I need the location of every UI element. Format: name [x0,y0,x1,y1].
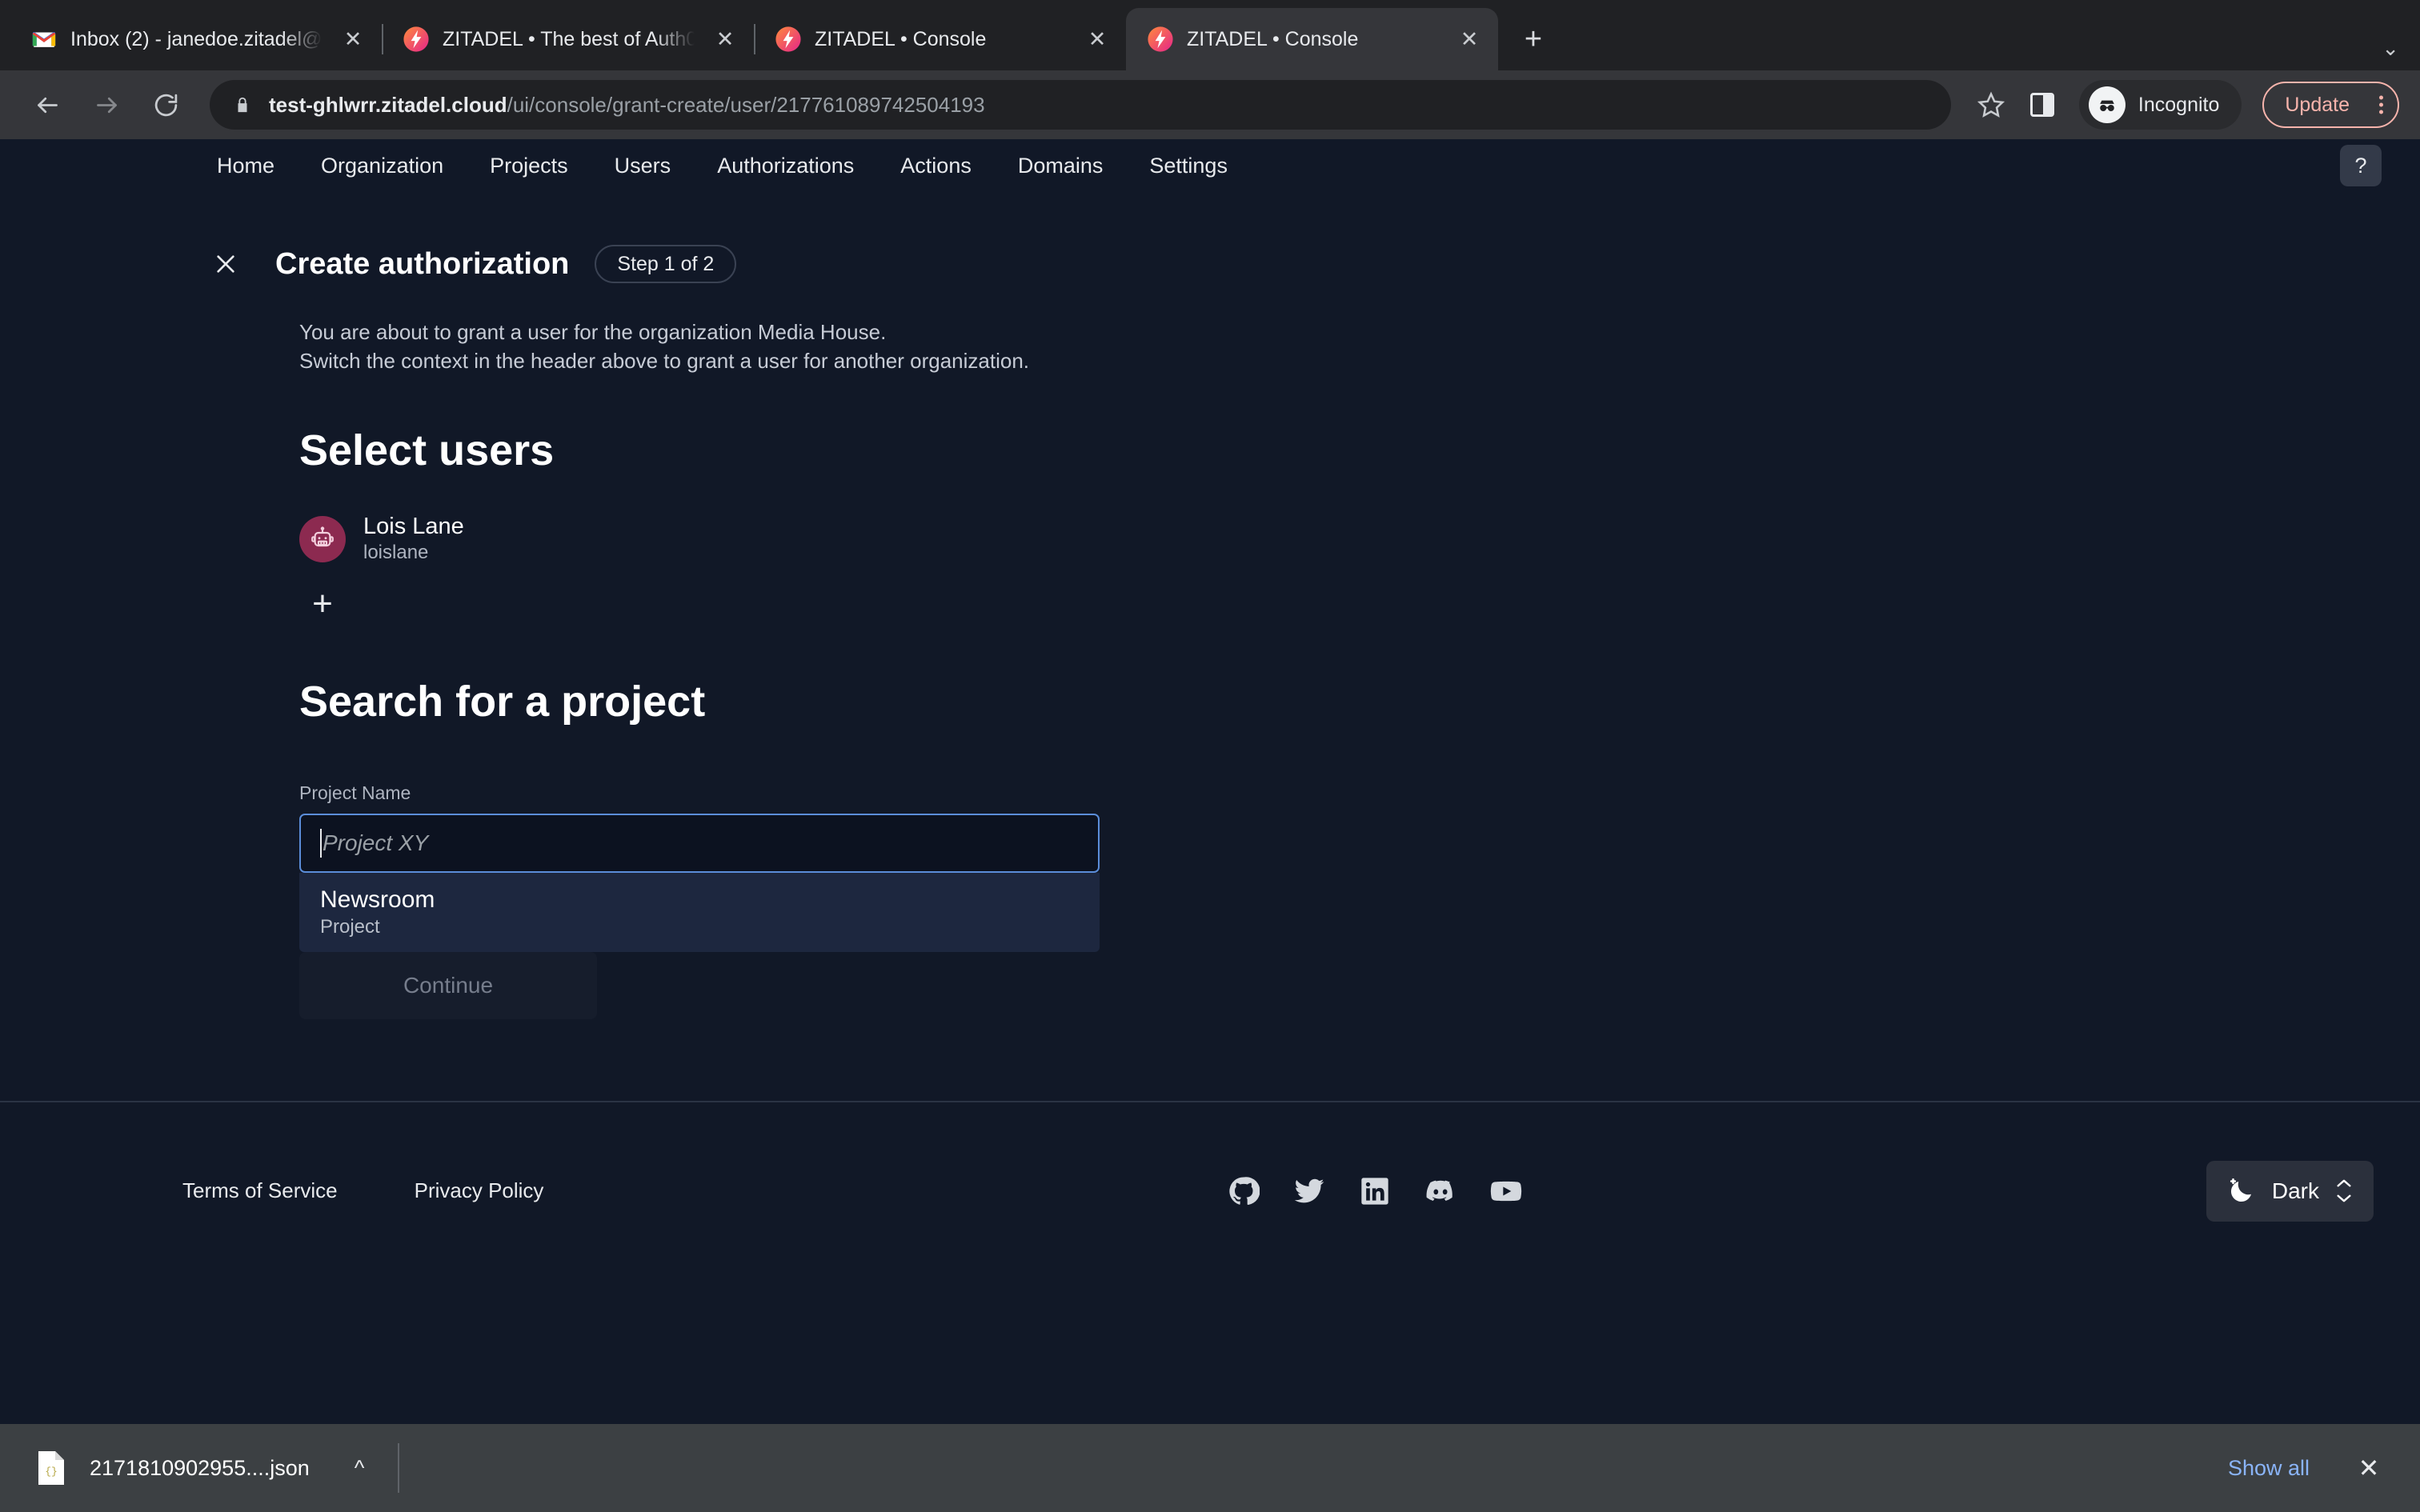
select-users-title: Select users [299,426,555,474]
dropdown-option-title: Newsroom [320,886,435,914]
browser-tab-zitadel-marketing[interactable]: ZITADEL • The best of Auth0 a ✕ [382,8,754,70]
tab-strip: Inbox (2) - janedoe.zitadel@gm ✕ ZITADEL… [0,0,2420,70]
user-handle: loislane [363,542,429,564]
download-file-name: 2171810902955....json [90,1455,310,1480]
form-body: You are about to grant a user for the or… [0,288,2420,1019]
page-header: Create authorization Step 1 of 2 [0,192,2420,288]
dropdown-option-subtitle: Project [320,916,380,938]
nav-item-domains[interactable]: Domains [995,146,1127,186]
project-name-placeholder: Project XY [323,830,429,856]
bookmark-star-icon[interactable] [1969,82,2013,127]
project-autocomplete-dropdown: Newsroom Project [299,873,1100,952]
nav-item-actions[interactable]: Actions [877,146,995,186]
update-button[interactable]: Update [2262,82,2399,128]
continue-button[interactable]: Continue [299,951,597,1019]
main-content: Create authorization Step 1 of 2 You are… [0,192,2420,1424]
browser-tab-zitadel-console-1[interactable]: ZITADEL • Console ✕ [754,8,1126,70]
incognito-icon [2088,86,2126,123]
tab-title: ZITADEL • Console [815,27,987,50]
avatar [299,516,346,563]
help-button[interactable]: ? [2340,145,2382,186]
zitadel-icon [1148,26,1173,52]
download-item[interactable]: {} 2171810902955....json ^ [37,1450,364,1486]
linkedin-icon[interactable] [1359,1175,1391,1207]
theme-selector[interactable]: Dark [2206,1160,2374,1222]
chevron-up-icon[interactable]: ^ [355,1456,365,1481]
search-project-title: Search for a project [299,678,706,726]
close-icon[interactable]: ✕ [335,22,371,57]
browser-toolbar: test-ghlwrr.zitadel.cloud/ui/console/gra… [0,70,2420,139]
nav-item-settings[interactable]: Settings [1126,146,1251,186]
theme-label: Dark [2271,1178,2319,1203]
lock-icon [238,97,247,113]
download-separator [398,1443,400,1493]
tab-title: Inbox (2) - janedoe.zitadel@gm [70,27,323,50]
step-badge: Step 1 of 2 [595,245,737,283]
chrome-menu-icon[interactable] [2379,95,2383,114]
svg-text:{}: {} [45,1466,58,1478]
moon-icon [2230,1178,2251,1202]
dropdown-option-newsroom[interactable]: Newsroom Project [320,886,1100,940]
app-nav-items: Home Organization Projects Users Authori… [194,146,1251,186]
project-name-input[interactable]: Project XY [299,814,1100,874]
description-line-1: You are about to grant a user for the or… [299,320,887,344]
incognito-indicator[interactable]: Incognito [2078,80,2242,130]
nav-item-projects[interactable]: Projects [467,146,591,186]
social-links [543,1175,2206,1207]
close-download-bar-icon[interactable]: ✕ [2345,1444,2393,1492]
url-path: /ui/console/grant-create/user/2177610897… [507,92,985,117]
forward-button[interactable] [80,78,133,131]
app-navigation: Home Organization Projects Users Authori… [0,139,2420,192]
nav-item-users[interactable]: Users [591,146,695,186]
reload-button[interactable] [139,78,192,131]
back-button[interactable] [21,78,74,131]
url-text: test-ghlwrr.zitadel.cloud/ui/console/gra… [269,93,985,118]
side-panel-icon[interactable] [2020,82,2065,127]
browser-tab-zitadel-console-2-active[interactable]: ZITADEL • Console ✕ [1126,8,1498,70]
download-bar: {} 2171810902955....json ^ Show all ✕ [0,1424,2420,1512]
zitadel-icon [403,26,429,52]
youtube-icon[interactable] [1490,1175,1522,1207]
update-label: Update [2285,93,2350,116]
new-tab-button[interactable]: + [1509,15,1557,63]
close-icon[interactable]: ✕ [707,22,743,57]
address-bar[interactable]: test-ghlwrr.zitadel.cloud/ui/console/gra… [210,80,1951,130]
text-caret [320,829,322,858]
twitter-icon[interactable] [1293,1175,1325,1207]
description-line-2: Switch the context in the header above t… [299,348,1030,373]
json-file-icon: {} [37,1450,66,1486]
browser-window: Inbox (2) - janedoe.zitadel@gm ✕ ZITADEL… [0,0,2420,1512]
add-user-button[interactable]: + [299,581,346,627]
selected-user-item[interactable]: Lois Lane loislane [299,514,2420,566]
nav-item-authorizations[interactable]: Authorizations [694,146,877,186]
close-icon[interactable]: ✕ [1452,22,1487,57]
tab-search-chevron-icon[interactable]: ⌄ [2382,36,2399,61]
chevron-updown-icon[interactable] [2335,1178,2353,1203]
robot-icon [311,526,334,547]
browser-tab-gmail[interactable]: Inbox (2) - janedoe.zitadel@gm ✕ [10,8,382,70]
project-name-label: Project Name [299,782,411,804]
gmail-icon [32,32,56,47]
close-icon[interactable]: ✕ [1080,22,1115,57]
nav-item-home[interactable]: Home [194,146,298,186]
page-title: Create authorization [275,246,570,281]
page-footer: Terms of Service Privacy Policy Dark [0,1102,2420,1280]
url-domain: test-ghlwrr.zitadel.cloud [269,92,507,117]
tab-title: ZITADEL • The best of Auth0 a [443,27,695,50]
privacy-policy-link[interactable]: Privacy Policy [415,1178,544,1203]
tab-title: ZITADEL • Console [1187,27,1359,50]
terms-of-service-link[interactable]: Terms of Service [182,1178,338,1203]
user-name: Lois Lane [363,513,464,539]
page-content: Home Organization Projects Users Authori… [0,139,2420,1424]
show-all-downloads-button[interactable]: Show all [2204,1441,2334,1495]
github-icon[interactable] [1228,1175,1260,1207]
zitadel-icon [775,26,801,52]
discord-icon[interactable] [1424,1175,1456,1207]
close-dialog-icon[interactable] [202,240,250,288]
nav-item-organization[interactable]: Organization [298,146,467,186]
user-info: Lois Lane loislane [363,514,464,566]
incognito-label: Incognito [2138,93,2220,116]
